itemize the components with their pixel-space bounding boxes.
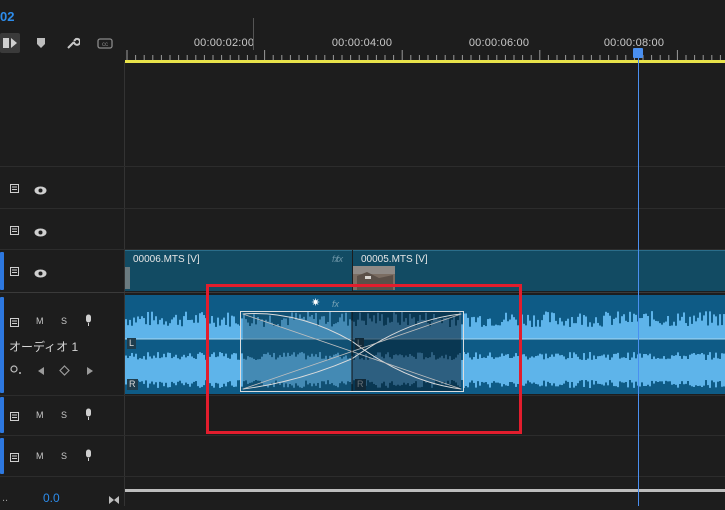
track-v1-target-tab[interactable] [0, 252, 4, 290]
mute-button[interactable]: M [36, 316, 44, 326]
eye-icon [34, 186, 47, 195]
microphone-icon [86, 408, 91, 420]
record-voiceover-button[interactable] [84, 314, 93, 332]
work-area-bar[interactable] [125, 60, 725, 63]
track-a1-target-tab[interactable] [0, 297, 4, 393]
track-a2-target-tab[interactable] [0, 397, 4, 433]
master-volume-value[interactable]: 0.0 [43, 491, 60, 505]
skip-end-icon [109, 496, 119, 504]
eye-icon [34, 269, 47, 278]
captions-button[interactable]: cc [95, 33, 115, 53]
solo-button[interactable]: S [61, 316, 67, 326]
channel-right-label: R [127, 379, 138, 390]
solo-button[interactable]: S [61, 410, 67, 420]
track-headers-panel [0, 62, 125, 506]
eye-icon [34, 228, 47, 237]
record-voiceover-button[interactable] [84, 408, 93, 426]
track-v3-eye-toggle[interactable] [34, 182, 47, 200]
track-v1-eye-toggle[interactable] [34, 265, 47, 283]
film-icon [10, 226, 19, 235]
footer-truncated-text: .. [2, 492, 9, 504]
triangle-left-icon [38, 367, 44, 375]
track-a3-target-tab[interactable] [0, 438, 4, 474]
track-v2-header[interactable] [10, 223, 22, 241]
clip-label: 00006.MTS [V] [133, 254, 200, 265]
track-a1-header[interactable] [10, 315, 22, 333]
playhead-handle[interactable] [633, 48, 643, 58]
track-a3-header[interactable] [10, 450, 22, 468]
track-a2-header[interactable] [10, 409, 22, 427]
record-voiceover-button[interactable] [84, 449, 93, 467]
track-v1-header[interactable] [10, 264, 22, 282]
triangle-right-icon [87, 367, 93, 375]
diamond-icon [59, 365, 70, 376]
film-icon [10, 184, 19, 193]
marker-icon [37, 38, 45, 48]
go-to-end-button[interactable] [108, 492, 120, 510]
wrench-icon [67, 37, 80, 49]
channel-left-label: L [127, 338, 137, 349]
microphone-icon [86, 314, 91, 326]
settings-wrench-button[interactable] [63, 33, 83, 53]
add-marker-button[interactable] [31, 33, 51, 53]
film-icon [10, 412, 19, 421]
playhead-line[interactable] [638, 50, 639, 506]
solo-button[interactable]: S [61, 451, 67, 461]
track-v2-eye-toggle[interactable] [34, 224, 47, 242]
timeline-zoom-scrollbar[interactable] [125, 489, 725, 492]
mute-button[interactable]: M [36, 451, 44, 461]
clip-thumbnail [125, 267, 130, 289]
snap-toggle-button[interactable] [0, 33, 20, 53]
add-keyframe-button[interactable] [59, 363, 70, 381]
film-icon [10, 453, 19, 462]
mute-button[interactable]: M [36, 410, 44, 420]
ruler-cursor-line [253, 18, 254, 50]
audio-track-name[interactable]: オーディオ 1 [9, 338, 78, 355]
captions-icon: cc [97, 37, 113, 49]
clip-label: 00005.MTS [V] [361, 254, 428, 265]
keyframe-target-icon [10, 365, 21, 374]
timecode-display[interactable]: 02 [0, 9, 14, 24]
row-separator [0, 435, 725, 436]
row-separator [0, 166, 725, 167]
highlight-annotation-box [206, 284, 522, 434]
prev-keyframe-button[interactable] [37, 363, 45, 381]
row-separator [0, 208, 725, 209]
film-icon [10, 267, 19, 276]
track-v3-header[interactable] [10, 181, 22, 199]
microphone-icon [86, 449, 91, 461]
fx-badge: fx [336, 254, 344, 264]
next-keyframe-button[interactable] [86, 363, 94, 381]
film-icon [10, 318, 19, 327]
volume-keyframe-icon[interactable] [10, 362, 22, 380]
svg-text:cc: cc [102, 42, 108, 48]
row-separator [0, 476, 725, 477]
snap-icon [3, 38, 17, 48]
